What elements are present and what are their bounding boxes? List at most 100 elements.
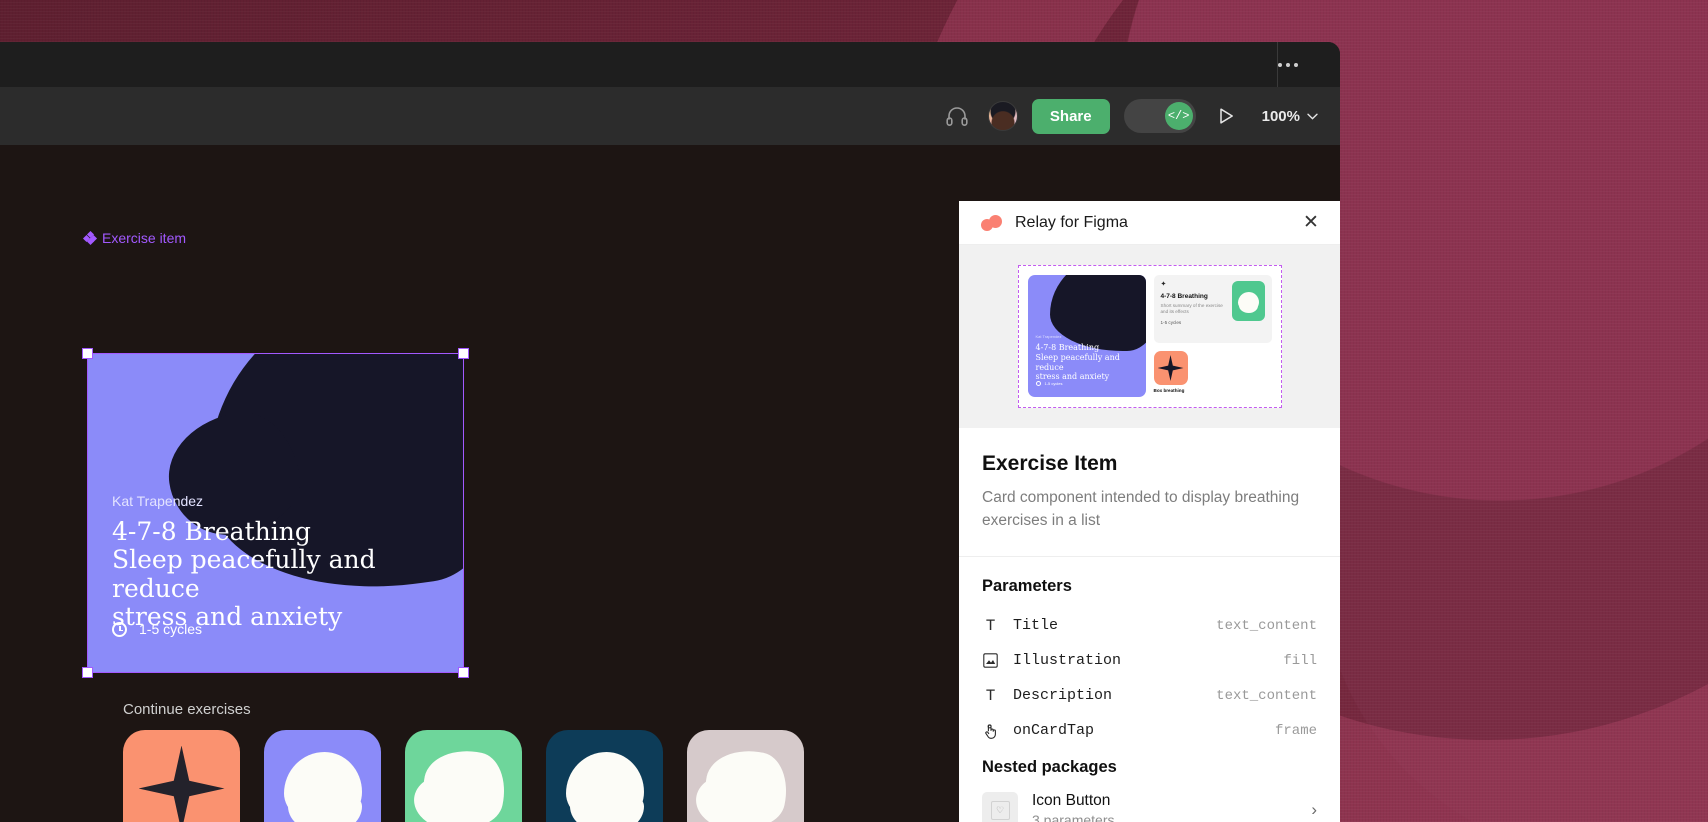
preview-info-cycles: 1-5 cycles [1160, 320, 1182, 326]
squiggle-blob-icon [415, 741, 512, 822]
list-item[interactable]: Lion's breath [546, 730, 663, 822]
star-shape-icon [138, 745, 225, 822]
parameter-type: text_content [1216, 687, 1317, 704]
card-meta: 1-5 cycles [112, 621, 202, 637]
resize-handle-bottom-right[interactable] [458, 667, 469, 678]
thumbnail-tile[interactable] [546, 730, 663, 822]
component-description: Card component intended to display breat… [982, 489, 1300, 529]
preview-orange-block: Box breathing [1153, 351, 1272, 393]
more-options-icon[interactable] [1258, 42, 1318, 87]
relay-plugin-panel: Relay for Figma ✕ Kat Trapendez 4-7-8 Br… [959, 201, 1340, 822]
nested-packages-section: Nested packages ♡ Icon Button 3 paramete… [959, 748, 1340, 822]
plugin-preview-area: Kat Trapendez 4-7-8 Breathing Sleep peac… [959, 245, 1340, 428]
thumbnail-tile[interactable] [687, 730, 804, 822]
chevron-down-icon [1307, 113, 1318, 120]
share-button[interactable]: Share [1031, 98, 1110, 134]
figma-application-window: Share </> 100% Exercise item Kat Trapend… [0, 42, 1340, 822]
parameter-type: frame [1274, 722, 1317, 739]
close-icon[interactable]: ✕ [1298, 210, 1324, 236]
nested-package-name: Icon Button [1032, 792, 1111, 810]
component-icon [82, 230, 98, 246]
preview-info-text: ✦ 4-7-8 Breathing Short summary of the e… [1161, 281, 1227, 337]
preview-info-title: 4-7-8 Breathing [1160, 293, 1208, 300]
tap-icon [982, 723, 999, 739]
image-icon [982, 653, 999, 668]
component-name: Exercise Item [982, 452, 1118, 475]
preview-card-title: 4-7-8 Breathing Sleep peacefully and red… [1035, 343, 1120, 382]
component-info-section: Exercise Item Card component intended to… [959, 428, 1340, 558]
preview-green-tile [1231, 281, 1265, 321]
nested-package-item[interactable]: ♡ Icon Button 3 parameters › [982, 787, 1317, 822]
user-avatar[interactable] [987, 101, 1018, 131]
preview-orange-tile [1153, 351, 1188, 385]
double-blob-icon [565, 751, 644, 822]
list-item[interactable]: 4-7-8 Breathing [687, 730, 804, 822]
text-icon: T [985, 616, 996, 635]
parameter-name: onCardTap [1013, 722, 1095, 740]
list-item[interactable]: Shining skull breath [264, 730, 381, 822]
parameter-row-oncardtap[interactable]: onCardTap frame [982, 713, 1317, 748]
continue-exercises-title: Continue exercises [123, 701, 251, 718]
parameter-name: Description [1013, 687, 1113, 705]
clock-icon [112, 621, 127, 637]
parameter-row-title[interactable]: T Title text_content [982, 608, 1317, 643]
selection-label-text: Exercise item [102, 230, 187, 246]
preview-card-meta: 1-5 cycles [1035, 381, 1063, 386]
star-shape-icon [1157, 355, 1184, 381]
parameter-name: Title [1013, 617, 1059, 635]
nested-package-thumbnail: ♡ [982, 792, 1018, 822]
selection-layer-label[interactable]: Exercise item [82, 230, 187, 246]
play-icon[interactable] [1210, 99, 1244, 133]
zoom-control[interactable]: 100% [1258, 108, 1322, 125]
parameter-type: text_content [1216, 617, 1317, 634]
parameter-row-description[interactable]: T Description text_content [982, 678, 1317, 713]
preview-right-column: ✦ 4-7-8 Breathing Short summary of the e… [1153, 275, 1272, 398]
preview-info-card: ✦ 4-7-8 Breathing Short summary of the e… [1153, 275, 1272, 343]
exercise-card-preview[interactable]: Kat Trapendez 4-7-8 Breathing Sleep peac… [87, 353, 464, 673]
double-blob-icon [283, 751, 362, 822]
preview-blob [1049, 275, 1146, 351]
preview-card-author: Kat Trapendez [1035, 334, 1062, 339]
card-author: Kat Trapendez [112, 493, 204, 509]
figma-toolbar: Share </> 100% [0, 87, 1340, 145]
zoom-level-label: 100% [1261, 107, 1300, 125]
titlebar-divider [1277, 42, 1278, 87]
list-item[interactable]: Box breathing [123, 730, 240, 822]
thumbnail-tile[interactable] [405, 730, 522, 822]
nested-package-text: Icon Button 3 parameters [1032, 792, 1297, 822]
preview-clock-icon [1035, 381, 1041, 386]
plugin-title: Relay for Figma [1015, 213, 1128, 231]
resize-handle-top-left[interactable] [82, 348, 93, 359]
card-meta-text: 1-5 cycles [139, 621, 203, 637]
resize-handle-top-right[interactable] [458, 348, 469, 359]
exercise-thumbnail-row: Box breathing Shining skull breath Lions… [123, 730, 804, 822]
parameters-section: Parameters T Title text_content Illustra… [959, 557, 1340, 748]
list-item[interactable]: Lions breathe [405, 730, 522, 822]
nested-package-params: 3 parameters [1032, 812, 1115, 822]
preview-info-desc: Short summary of the exercise and its ef… [1160, 303, 1223, 315]
heart-icon: ♡ [990, 800, 1010, 820]
sparkle-icon: ✦ [1160, 281, 1167, 288]
resize-handle-bottom-left[interactable] [82, 667, 93, 678]
dev-mode-toggle[interactable]: </> [1123, 99, 1196, 133]
squiggle-blob-icon [697, 741, 794, 822]
plugin-header: Relay for Figma ✕ [959, 201, 1340, 245]
parameter-type: fill [1283, 652, 1317, 669]
preview-exercise-card: Kat Trapendez 4-7-8 Breathing Sleep peac… [1027, 275, 1146, 397]
parameter-name: Illustration [1013, 652, 1122, 670]
relay-logo-icon [981, 214, 1003, 231]
headphones-icon[interactable] [940, 99, 974, 133]
preview-orange-label: Box breathing [1153, 388, 1185, 393]
dev-mode-icon: </> [1164, 102, 1193, 130]
parameters-heading: Parameters [982, 577, 1072, 596]
chevron-right-icon[interactable]: › [1311, 800, 1317, 820]
preview-selection-box[interactable]: Kat Trapendez 4-7-8 Breathing Sleep peac… [1017, 265, 1282, 408]
nested-packages-heading: Nested packages [982, 758, 1117, 777]
parameter-row-illustration[interactable]: Illustration fill [982, 643, 1317, 678]
text-icon: T [985, 686, 996, 705]
preview-card-meta-text: 1-5 cycles [1044, 381, 1063, 386]
window-titlebar [0, 42, 1340, 87]
thumbnail-tile[interactable] [123, 730, 240, 822]
thumbnail-tile[interactable] [264, 730, 381, 822]
card-title: 4-7-8 Breathing Sleep peacefully and red… [112, 517, 376, 631]
